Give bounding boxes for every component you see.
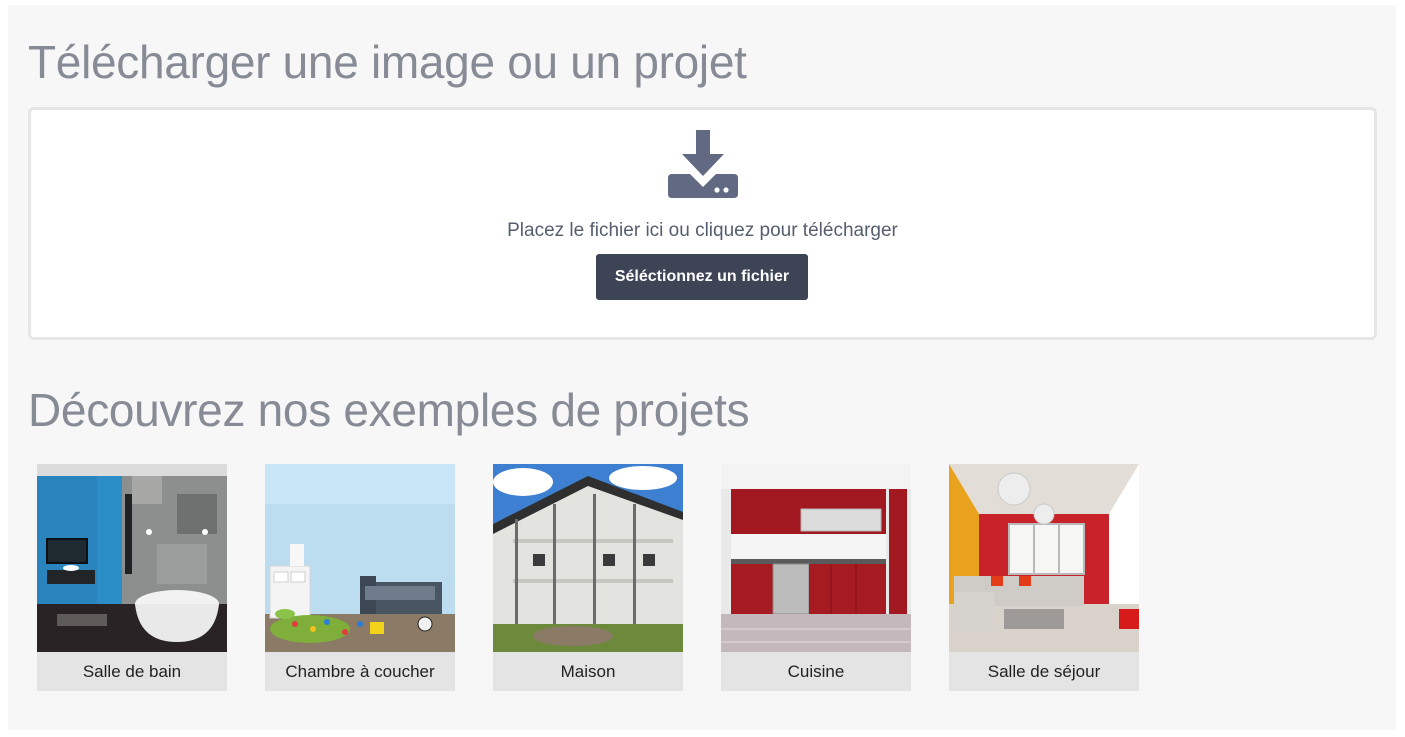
select-file-button[interactable]: Séléctionnez un fichier (596, 254, 808, 300)
example-label: Salle de séjour (949, 652, 1139, 691)
example-label: Chambre à coucher (265, 652, 455, 691)
example-card-living-room[interactable]: Salle de séjour (949, 464, 1139, 691)
bathroom-thumbnail (37, 464, 227, 652)
examples-title: Découvrez nos exemples de projets (28, 384, 750, 436)
file-dropzone[interactable]: Placez le fichier ici ou cliquez pour té… (28, 107, 1377, 340)
example-label: Salle de bain (37, 652, 227, 691)
house-thumbnail (493, 464, 683, 652)
upload-panel: Télécharger une image ou un projet Place… (8, 5, 1396, 730)
example-label: Cuisine (721, 652, 911, 691)
example-card-bedroom[interactable]: Chambre à coucher (265, 464, 455, 691)
example-card-bathroom[interactable]: Salle de bain (37, 464, 227, 691)
example-card-kitchen[interactable]: Cuisine (721, 464, 911, 691)
living-room-thumbnail (949, 464, 1139, 652)
download-tray-icon (668, 130, 738, 198)
example-card-house[interactable]: Maison (493, 464, 683, 691)
upload-title: Télécharger une image ou un projet (28, 36, 747, 88)
bedroom-thumbnail (265, 464, 455, 652)
kitchen-thumbnail (721, 464, 911, 652)
example-label: Maison (493, 652, 683, 691)
dropzone-instructions: Placez le fichier ici ou cliquez pour té… (507, 220, 898, 241)
